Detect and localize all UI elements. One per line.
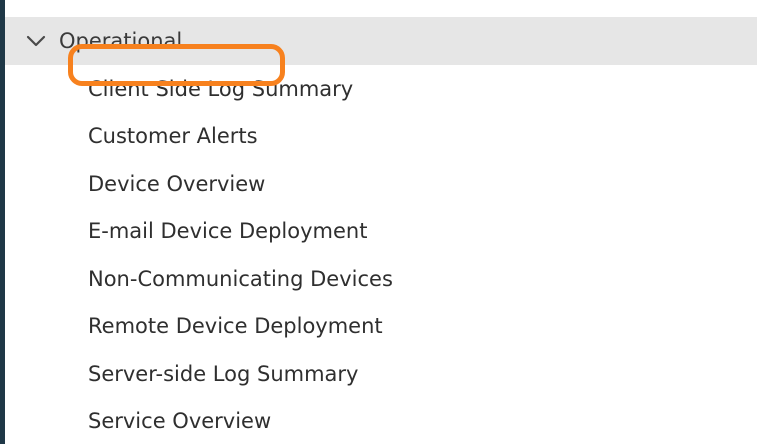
report-link-device-overview[interactable]: Device Overview bbox=[88, 172, 265, 196]
report-list: Client Side Log Summary Customer Alerts … bbox=[5, 65, 757, 444]
list-item: Remote Device Deployment bbox=[5, 303, 757, 351]
report-link-client-side-log-summary[interactable]: Client Side Log Summary bbox=[88, 77, 353, 101]
list-item: Server-side Log Summary bbox=[5, 350, 757, 398]
report-link-remote-device-deployment[interactable]: Remote Device Deployment bbox=[88, 314, 383, 338]
list-item: Device Overview bbox=[5, 160, 757, 208]
list-item: Non-Communicating Devices bbox=[5, 255, 757, 303]
list-item: E-mail Device Deployment bbox=[5, 208, 757, 256]
clipped-previous-item bbox=[5, 0, 757, 14]
report-link-customer-alerts[interactable]: Customer Alerts bbox=[88, 124, 258, 148]
section-header-operational[interactable]: Operational bbox=[5, 17, 757, 65]
list-item: Service Overview bbox=[5, 398, 757, 444]
report-tree-panel: Operational Client Side Log Summary Cust… bbox=[0, 0, 757, 444]
report-link-service-overview[interactable]: Service Overview bbox=[88, 409, 271, 433]
list-item: Client Side Log Summary bbox=[5, 65, 757, 113]
chevron-down-icon[interactable] bbox=[25, 30, 47, 52]
report-link-email-device-deployment[interactable]: E-mail Device Deployment bbox=[88, 219, 367, 243]
section-title: Operational bbox=[59, 29, 183, 53]
list-item: Customer Alerts bbox=[5, 113, 757, 161]
report-link-server-side-log-summary[interactable]: Server-side Log Summary bbox=[88, 362, 358, 386]
report-link-non-communicating-devices[interactable]: Non-Communicating Devices bbox=[88, 267, 393, 291]
